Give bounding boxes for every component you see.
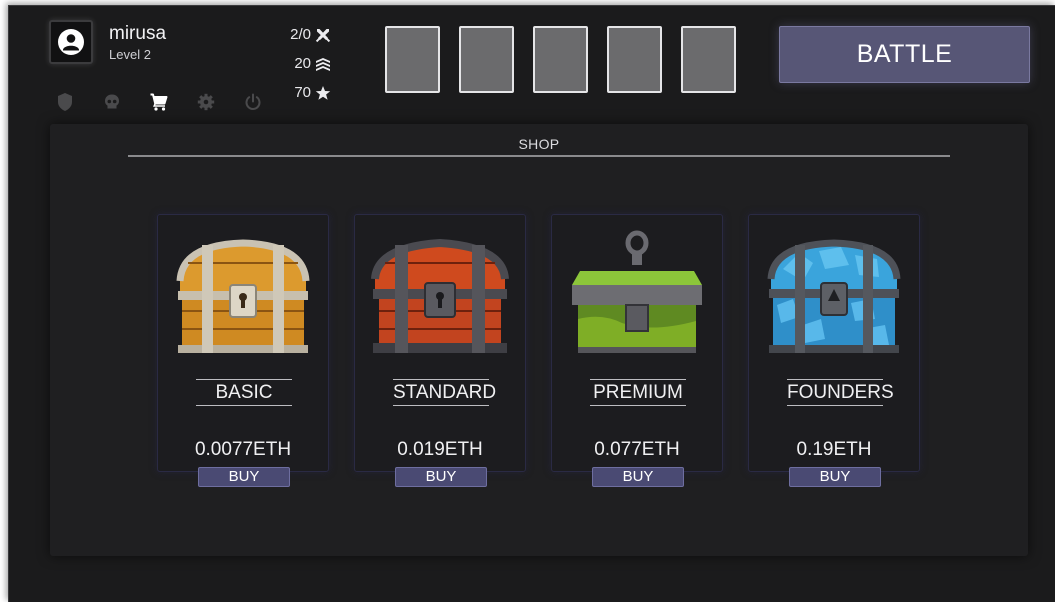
chest-price: 0.019ETH	[397, 439, 483, 460]
cart-icon[interactable]	[149, 92, 169, 112]
player-stats: 2/0 20 70	[271, 20, 331, 107]
user-level: Level 2	[109, 47, 151, 62]
power-icon[interactable]	[243, 92, 263, 112]
chest-card-basic: BASIC 0.0077ETH BUY	[157, 214, 329, 487]
buy-button-founders[interactable]: BUY	[789, 467, 881, 487]
buy-button-basic[interactable]: BUY	[198, 467, 290, 487]
card-slot[interactable]	[607, 26, 662, 93]
card-slot[interactable]	[681, 26, 736, 93]
shop-panel: SHOP BASIC 0.0077ETH BUY STANDARD 0.019E…	[50, 124, 1028, 556]
battles-value: 2/0	[290, 26, 311, 43]
chest-price: 0.077ETH	[594, 439, 680, 460]
stars-stat: 70	[271, 78, 331, 107]
buy-button-standard[interactable]: BUY	[395, 467, 487, 487]
chest-card-standard: STANDARD 0.019ETH BUY	[354, 214, 526, 487]
star-icon	[314, 84, 331, 101]
basic-chest-icon	[176, 239, 310, 353]
card-slot[interactable]	[459, 26, 514, 93]
card-slot[interactable]	[533, 26, 588, 93]
chest-name: STANDARD	[393, 379, 496, 406]
crossed-swords-icon	[314, 26, 331, 43]
battle-button[interactable]: BATTLE	[779, 26, 1030, 83]
stars-value: 70	[294, 84, 311, 101]
card-slots	[385, 26, 736, 93]
chest-name: BASIC	[196, 379, 292, 406]
nav-bar	[55, 92, 263, 112]
app-window: mirusa Level 2 2/0 20 70 BATTLE SHOP BAS…	[8, 5, 1055, 602]
chest-card-premium: PREMIUM 0.077ETH BUY	[551, 214, 723, 487]
battles-stat: 2/0	[271, 20, 331, 49]
chest-price: 0.0077ETH	[194, 439, 292, 460]
chest-price: 0.19ETH	[796, 439, 872, 460]
shop-title: SHOP	[518, 136, 560, 152]
chest-name: FOUNDERS	[787, 379, 894, 406]
founders-chest-icon	[767, 239, 901, 353]
shop-divider	[128, 155, 950, 157]
premium-chest-icon	[572, 230, 702, 353]
rank-value: 20	[294, 55, 311, 72]
username: mirusa	[109, 23, 167, 44]
skull-icon[interactable]	[102, 92, 122, 112]
card-slot[interactable]	[385, 26, 440, 93]
gear-icon[interactable]	[196, 92, 216, 112]
avatar[interactable]	[49, 20, 93, 64]
chest-name: PREMIUM	[590, 379, 686, 406]
rank-stat: 20	[271, 49, 331, 78]
shield-icon[interactable]	[55, 92, 75, 112]
standard-chest-icon	[371, 238, 509, 353]
chest-card-founders: FOUNDERS 0.19ETH BUY	[748, 214, 920, 487]
buy-button-premium[interactable]: BUY	[592, 467, 684, 487]
rank-chevrons-icon	[314, 55, 331, 72]
user-circle-icon	[58, 29, 84, 55]
